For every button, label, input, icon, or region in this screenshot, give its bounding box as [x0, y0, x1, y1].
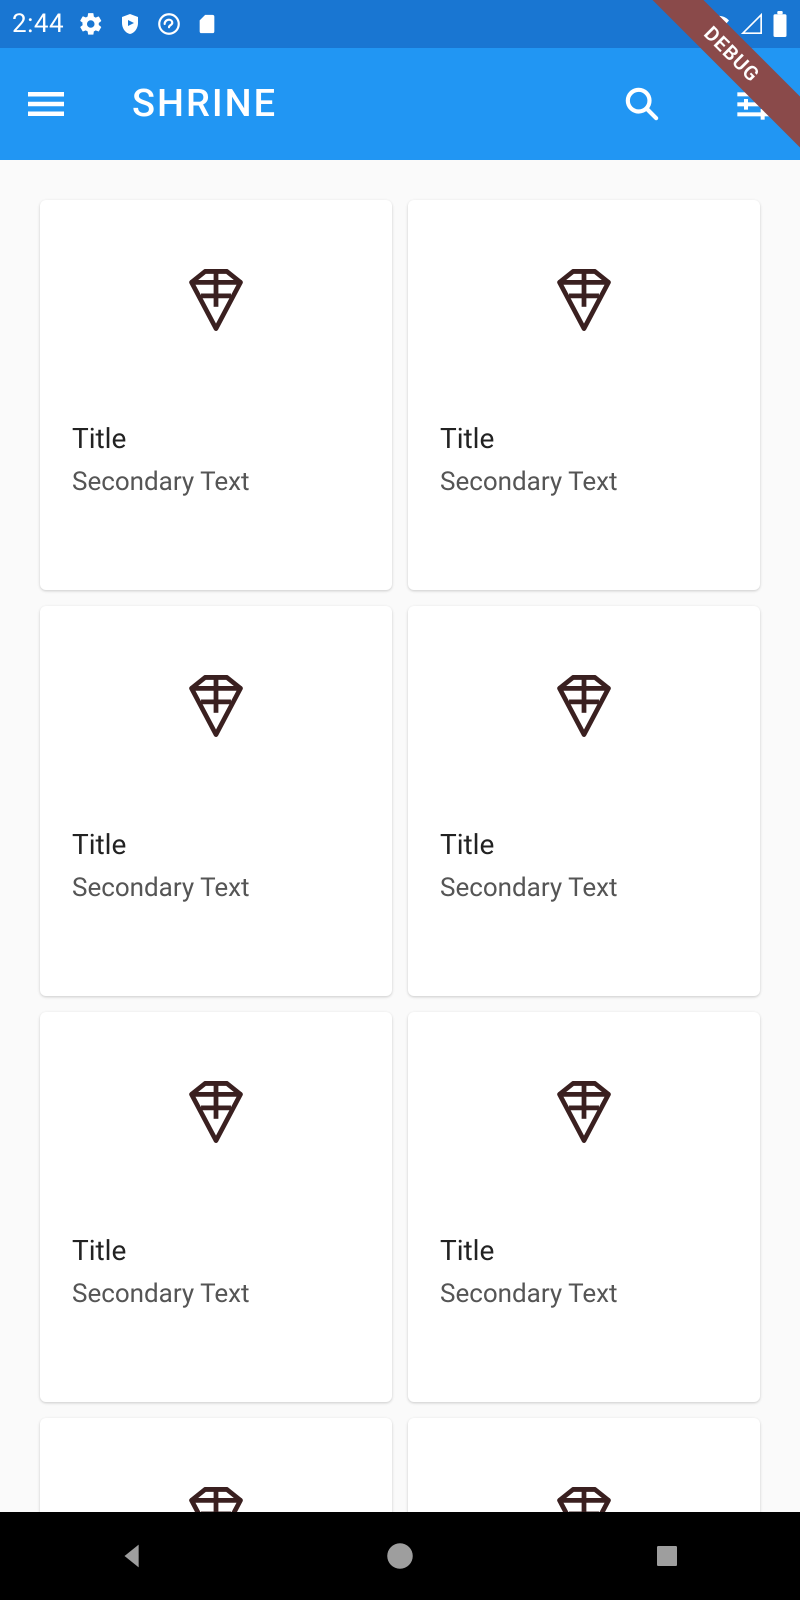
app-title: SHRINE	[132, 82, 277, 126]
nav-back-icon[interactable]	[111, 1534, 155, 1578]
product-card[interactable]: Title Secondary Text	[408, 1012, 760, 1402]
card-title: Title	[440, 828, 728, 861]
card-title: Title	[72, 1234, 360, 1267]
diamond-icon	[182, 672, 250, 740]
card-image	[408, 606, 760, 806]
shield-icon	[118, 12, 142, 36]
product-card[interactable]: Title Secondary Text	[40, 200, 392, 590]
card-image	[408, 1418, 760, 1512]
product-card[interactable]: Title Secondary Text	[408, 1418, 760, 1512]
status-bar: 2:44	[0, 0, 800, 48]
product-card[interactable]: Title Secondary Text	[40, 1418, 392, 1512]
nav-home-icon[interactable]	[378, 1534, 422, 1578]
sd-card-icon	[196, 11, 218, 37]
product-card[interactable]: Title Secondary Text	[40, 1012, 392, 1402]
card-image	[40, 1418, 392, 1512]
no-data-icon	[156, 11, 182, 37]
card-image	[40, 1012, 392, 1212]
content-area[interactable]: Title Secondary Text Title Secondary Tex…	[0, 160, 800, 1512]
diamond-icon	[550, 1078, 618, 1146]
card-title: Title	[440, 422, 728, 455]
card-image	[408, 1012, 760, 1212]
gear-icon	[78, 11, 104, 37]
android-nav-bar	[0, 1512, 800, 1600]
card-subtitle: Secondary Text	[440, 873, 728, 903]
search-icon[interactable]	[620, 82, 664, 126]
nav-recent-icon[interactable]	[645, 1534, 689, 1578]
diamond-icon	[182, 1078, 250, 1146]
battery-icon	[772, 11, 788, 37]
product-card[interactable]: Title Secondary Text	[408, 606, 760, 996]
card-title: Title	[72, 422, 360, 455]
card-title: Title	[72, 828, 360, 861]
product-grid: Title Secondary Text Title Secondary Tex…	[40, 200, 760, 1512]
menu-icon[interactable]	[24, 82, 68, 126]
tune-icon[interactable]	[732, 82, 776, 126]
diamond-icon	[550, 266, 618, 334]
card-image	[40, 606, 392, 806]
card-title: Title	[440, 1234, 728, 1267]
card-subtitle: Secondary Text	[440, 467, 728, 497]
product-card[interactable]: Title Secondary Text	[408, 200, 760, 590]
status-clock: 2:44	[12, 9, 64, 39]
diamond-icon	[182, 1484, 250, 1512]
card-subtitle: Secondary Text	[440, 1279, 728, 1309]
wifi-icon	[704, 13, 732, 35]
diamond-icon	[182, 266, 250, 334]
app-bar: SHRINE	[0, 48, 800, 160]
diamond-icon	[550, 1484, 618, 1512]
card-subtitle: Secondary Text	[72, 467, 360, 497]
card-image	[40, 200, 392, 400]
product-card[interactable]: Title Secondary Text	[40, 606, 392, 996]
diamond-icon	[550, 672, 618, 740]
cell-signal-icon	[740, 13, 764, 35]
card-subtitle: Secondary Text	[72, 873, 360, 903]
card-subtitle: Secondary Text	[72, 1279, 360, 1309]
card-image	[408, 200, 760, 400]
